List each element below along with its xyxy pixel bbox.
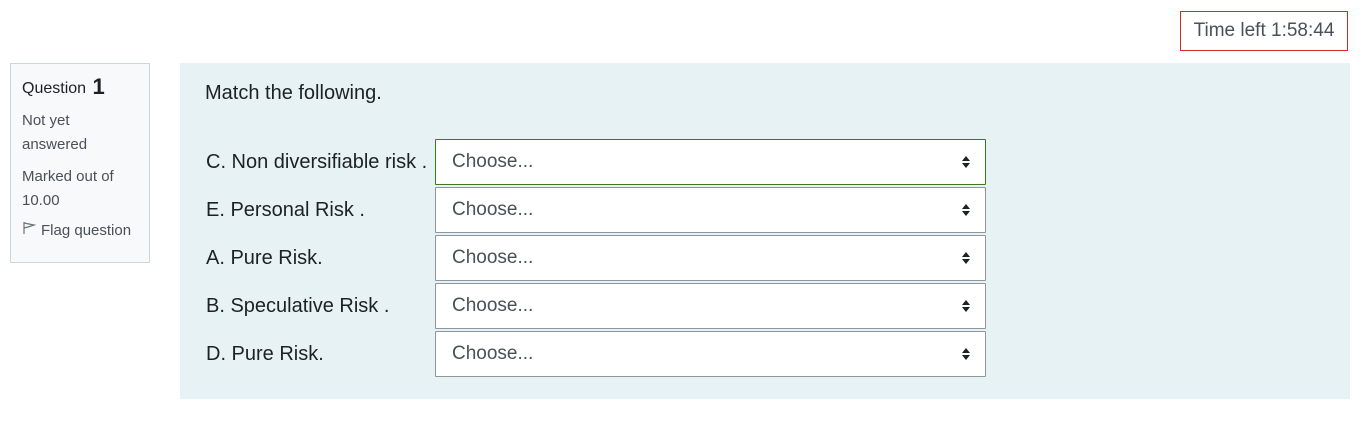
question-number-value: 1: [92, 74, 105, 99]
match-row: C. Non diversifiable risk . Choose...: [206, 139, 986, 185]
time-left-text: Time left 1:58:44: [1193, 20, 1335, 41]
question-number: Question 1: [22, 74, 138, 100]
match-row-label: B. Speculative Risk .: [206, 294, 390, 317]
question-text: Match the following.: [205, 82, 382, 104]
match-row: A. Pure Risk. Choose...: [206, 235, 986, 281]
question-info-panel: Question 1 Not yet answered Marked out o…: [10, 63, 150, 263]
question-state: Not yet answered: [22, 112, 88, 153]
match-select-value: Choose...: [452, 295, 534, 316]
match-select-value: Choose...: [452, 199, 534, 220]
match-select[interactable]: Choose...: [435, 139, 986, 185]
match-row-label: C. Non diversifiable risk .: [206, 150, 428, 173]
match-select-value: Choose...: [452, 343, 534, 364]
match-select[interactable]: Choose...: [435, 187, 986, 233]
time-left-timer: Time left 1:58:44: [1180, 11, 1348, 51]
select-arrows-icon: [961, 347, 971, 361]
select-arrows-icon: [961, 299, 971, 313]
match-select-value: Choose...: [452, 151, 534, 172]
match-row: B. Speculative Risk . Choose...: [206, 283, 986, 329]
match-row: E. Personal Risk . Choose...: [206, 187, 986, 233]
match-select[interactable]: Choose...: [435, 283, 986, 329]
match-select[interactable]: Choose...: [435, 331, 986, 377]
match-select-value: Choose...: [452, 247, 534, 268]
match-row-label: E. Personal Risk .: [206, 198, 365, 221]
match-select[interactable]: Choose...: [435, 235, 986, 281]
select-arrows-icon: [961, 251, 971, 265]
flag-question-link[interactable]: Flag question: [22, 221, 138, 239]
question-label: Question: [22, 80, 87, 97]
select-arrows-icon: [961, 155, 971, 169]
question-content: Match the following. C. Non diversifiabl…: [180, 63, 1350, 399]
flag-icon: [22, 221, 37, 239]
question-grade: Marked out of 10.00: [22, 168, 114, 209]
match-row-label: D. Pure Risk.: [206, 342, 324, 365]
match-row: D. Pure Risk. Choose...: [206, 331, 986, 377]
flag-question-label: Flag question: [41, 221, 132, 239]
match-row-label: A. Pure Risk.: [206, 246, 323, 269]
select-arrows-icon: [961, 203, 971, 217]
